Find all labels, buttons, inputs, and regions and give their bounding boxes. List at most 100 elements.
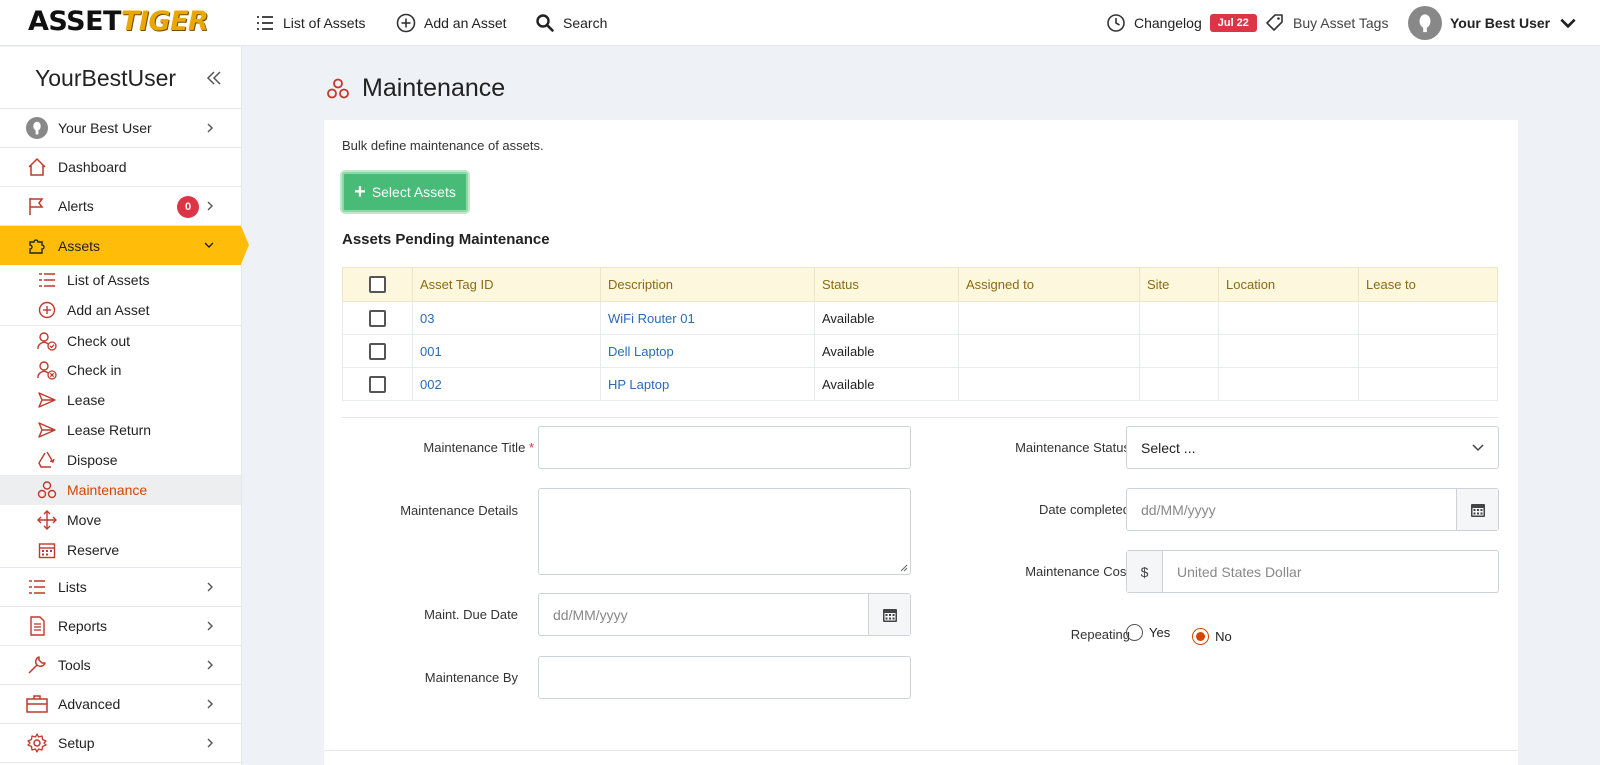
description-link[interactable]: Dell Laptop: [608, 344, 674, 359]
repeating-no-radio[interactable]: No: [1192, 628, 1232, 645]
col-assigned-to[interactable]: Assigned to: [958, 267, 1140, 302]
asset-tiger-logo[interactable]: ASSETTIGER: [28, 7, 209, 37]
chevron-down-icon: [204, 242, 214, 248]
submenu-check-out-label: Check out: [67, 332, 131, 349]
radio-circle: [1126, 624, 1143, 641]
col-status[interactable]: Status: [814, 267, 959, 302]
chevron-right-icon: [207, 738, 213, 748]
submenu-reserve[interactable]: Reserve: [0, 535, 241, 565]
submenu-lease-return[interactable]: Lease Return: [0, 415, 241, 445]
collapse-sidebar-icon[interactable]: [205, 69, 223, 87]
row-checkbox[interactable]: [369, 309, 386, 327]
asset-tag-link[interactable]: 002: [420, 377, 442, 392]
resize-handle-icon[interactable]: [899, 563, 908, 572]
select-assets-button[interactable]: + Select Assets: [342, 172, 468, 212]
send-icon: [37, 390, 57, 410]
col-asset-tag-id[interactable]: Asset Tag ID: [412, 267, 601, 302]
send-icon: [37, 420, 57, 440]
sidebar-item-alerts[interactable]: Alerts 0: [0, 187, 241, 226]
site-cell: [1139, 301, 1219, 335]
maintenance-cost-input[interactable]: $ United States Dollar: [1126, 550, 1499, 593]
assigned-cell: [958, 334, 1140, 368]
nav-search[interactable]: Search: [535, 13, 607, 33]
cogs-icon: [37, 480, 57, 500]
chevron-right-icon: [207, 660, 213, 670]
submenu-add-asset[interactable]: Add an Asset: [0, 295, 241, 325]
user-menu[interactable]: Your Best User: [1408, 6, 1578, 40]
home-icon: [26, 156, 48, 178]
submenu-dispose[interactable]: Dispose: [0, 445, 241, 475]
submenu-move[interactable]: Move: [0, 505, 241, 535]
row-select-cell: [342, 367, 413, 401]
submenu-check-in[interactable]: Check in: [0, 355, 241, 385]
asset-tag-link[interactable]: 001: [420, 344, 442, 359]
col-location[interactable]: Location: [1218, 267, 1359, 302]
sidebar-item-setup-label: Setup: [58, 735, 95, 751]
move-arrows-icon: [37, 510, 57, 530]
sidebar-item-dashboard[interactable]: Dashboard: [0, 148, 241, 187]
list-icon: [37, 270, 57, 290]
col-site[interactable]: Site: [1139, 267, 1219, 302]
page-title: Maintenance: [326, 74, 505, 103]
submenu-lease[interactable]: Lease: [0, 385, 241, 415]
changelog-badge: Jul 22: [1209, 14, 1257, 32]
plus-circle-icon: [396, 13, 416, 33]
row-checkbox[interactable]: [369, 342, 386, 360]
submenu-list-of-assets-label: List of Assets: [67, 272, 150, 288]
maintenance-title-label: Maintenance Title *: [423, 440, 534, 455]
submenu-maintenance-label: Maintenance: [67, 482, 148, 498]
maintenance-status-select[interactable]: Select ...: [1126, 426, 1499, 469]
table-header-row: Asset Tag ID Description Status Assigned…: [342, 267, 1498, 302]
sidebar-item-user[interactable]: Your Best User: [0, 109, 241, 148]
due-date-placeholder: dd/MM/yyyy: [553, 606, 628, 623]
sidebar-item-assets[interactable]: Assets: [0, 226, 249, 265]
description-link[interactable]: WiFi Router 01: [608, 311, 695, 326]
avatar-small: [26, 117, 48, 139]
maintenance-card: Bulk define maintenance of assets. + Sel…: [324, 120, 1518, 765]
col-description[interactable]: Description: [600, 267, 815, 302]
description-cell: HP Laptop: [600, 367, 815, 401]
chevron-right-icon: [207, 123, 213, 133]
plus-circle-icon: [37, 300, 57, 320]
assigned-cell: [958, 301, 1140, 335]
table-row: 03 WiFi Router 01 Available: [342, 301, 1498, 335]
radio-circle-selected: [1192, 628, 1210, 645]
date-completed-input[interactable]: dd/MM/yyyy: [1126, 488, 1499, 531]
alerts-count-badge: 0: [177, 196, 199, 218]
maintenance-title-input[interactable]: [538, 426, 911, 469]
select-all-checkbox[interactable]: [369, 276, 386, 293]
nav-list-of-assets[interactable]: List of Assets: [255, 13, 365, 33]
submenu-list-of-assets[interactable]: List of Assets: [0, 265, 241, 295]
required-marker: *: [528, 440, 534, 455]
list-icon: [26, 576, 48, 598]
description-link[interactable]: HP Laptop: [608, 377, 669, 392]
submenu-check-in-label: Check in: [67, 362, 122, 378]
sidebar-item-reports[interactable]: Reports: [0, 607, 241, 646]
sidebar-item-tools[interactable]: Tools: [0, 646, 241, 685]
form-divider: [342, 417, 1498, 418]
repeating-yes-radio[interactable]: Yes: [1126, 624, 1170, 641]
nav-changelog[interactable]: Changelog Jul 22: [1106, 13, 1257, 33]
date-completed-calendar-button[interactable]: [1456, 489, 1498, 530]
due-date-input[interactable]: dd/MM/yyyy: [538, 593, 911, 636]
col-lease-to[interactable]: Lease to: [1358, 267, 1498, 302]
maintenance-status-value: Select ...: [1141, 439, 1196, 456]
user-check-icon: [37, 331, 57, 351]
briefcase-icon: [26, 693, 48, 715]
asset-tag-link[interactable]: 03: [420, 311, 434, 326]
due-date-calendar-button[interactable]: [868, 594, 910, 635]
nav-add-asset[interactable]: Add an Asset: [396, 13, 507, 33]
site-cell: [1139, 334, 1219, 368]
submenu-check-out[interactable]: Check out: [0, 325, 241, 355]
maintenance-details-textarea[interactable]: [538, 488, 911, 575]
submenu-maintenance[interactable]: Maintenance: [0, 475, 241, 505]
chevron-right-icon: [207, 621, 213, 631]
sidebar-item-advanced[interactable]: Advanced: [0, 685, 241, 724]
maintenance-by-input[interactable]: [538, 656, 911, 699]
sidebar-item-setup[interactable]: Setup: [0, 724, 241, 763]
repeating-radio-group: Yes No: [1126, 624, 1250, 645]
nav-buy-asset-tags[interactable]: Buy Asset Tags: [1265, 13, 1388, 33]
sidebar-item-lists[interactable]: Lists: [0, 568, 241, 607]
calendar-icon: [1470, 503, 1485, 517]
row-checkbox[interactable]: [369, 375, 386, 393]
